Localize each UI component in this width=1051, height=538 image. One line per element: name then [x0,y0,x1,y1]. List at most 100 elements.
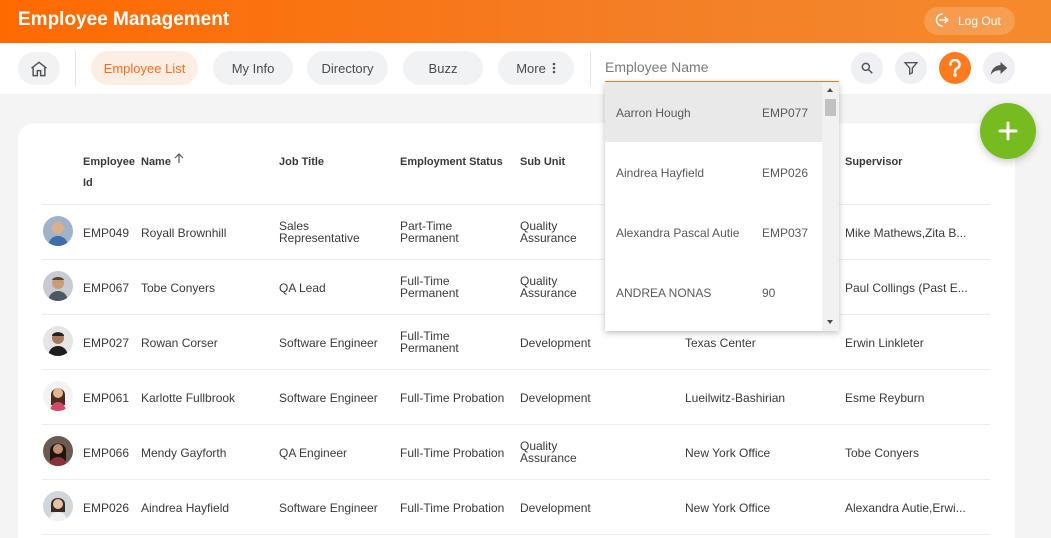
autocomplete-option[interactable]: Aindrea Hayfield EMP026 [605,142,822,202]
employee-id: EMP066 [83,446,130,460]
search-icon [861,62,873,74]
tab-buzz[interactable]: Buzz [403,51,483,85]
tab-label: Employee List [103,60,186,76]
logout-icon [932,11,950,32]
tab-label: More [516,60,546,76]
job-title: QA Engineer [279,446,348,460]
employee-id: EMP049 [83,226,130,240]
employment-status: Full-Time Permanent [400,330,459,354]
employment-status: Full-Time Probation [400,446,505,460]
option-name: ANDREA NONAS [616,286,712,300]
help-icon [949,59,961,77]
tab-label: My Info [231,60,275,76]
status-line: Permanent [400,341,459,355]
share-icon [990,62,1008,75]
row-divider [42,314,990,315]
header-employee-id[interactable]: Employee Id [83,152,135,194]
location: New York Office [685,446,771,460]
employee-id: EMP061 [83,391,130,405]
option-id: EMP026 [762,166,809,180]
employee-name[interactable]: Royall Brownhill [141,226,226,240]
supervisor: Alexandra Autie,Erwi... [845,501,966,515]
tab-employee-list[interactable]: Employee List [91,51,198,85]
sub-unit-line: Assurance [520,286,577,300]
supervisor: Paul Collings (Past E... [845,281,968,295]
job-title: Sales Representative [279,220,360,244]
status-line: Permanent [400,231,459,245]
app-header: Employee Management Log Out [0,0,1051,43]
employee-table-card [18,123,1015,538]
employee-name-input[interactable] [605,53,839,81]
scroll-down-arrow-icon[interactable] [827,320,833,324]
header-name[interactable]: Name [141,152,184,173]
nav-divider [75,51,76,86]
supervisor: Mike Mathews,Zita B... [845,226,967,240]
header-sub-unit[interactable]: Sub Unit [520,152,565,173]
avatar [43,326,73,356]
avatar [43,491,73,521]
tab-more[interactable]: More [498,51,574,85]
employee-id: EMP027 [83,336,130,350]
sub-unit: Quality Assurance [520,275,577,299]
dropdown-scrollbar[interactable] [822,82,839,331]
location: New York Office [685,501,771,515]
header-employment-status[interactable]: Employment Status [400,152,503,173]
supervisor: Erwin Linkleter [845,336,924,350]
tab-label: Buzz [428,60,458,76]
avatar [43,381,73,411]
option-id: EMP037 [762,226,809,240]
job-title-line: Representative [279,231,360,245]
job-title: Software Engineer [279,336,378,350]
sub-unit: Quality Assurance [520,440,577,464]
avatar [43,436,73,466]
header-employee-id-line1: Employee [83,156,135,168]
row-divider [42,369,990,370]
app-title: Employee Management [18,9,230,30]
header-job-title[interactable]: Job Title [279,152,324,173]
employee-id: EMP067 [83,281,130,295]
more-dots-icon [552,62,556,74]
employee-name[interactable]: Tobe Conyers [141,281,215,295]
search-button[interactable] [851,52,883,84]
autocomplete-option[interactable]: Aarron Hough EMP077 [605,82,822,142]
option-name: Aarron Hough [616,106,691,120]
location: Texas Center [685,336,756,350]
employment-status: Full-Time Probation [400,391,505,405]
autocomplete-option[interactable]: ANDREA NONAS 90 [605,262,822,322]
help-button[interactable] [939,52,971,84]
supervisor: Tobe Conyers [845,446,920,460]
employee-autocomplete-dropdown: Aarron Hough EMP077 Aindrea Hayfield EMP… [605,82,839,331]
share-button[interactable] [983,52,1015,84]
employee-name[interactable]: Mendy Gayforth [141,446,226,460]
home-icon [31,60,47,76]
add-employee-button[interactable] [980,103,1036,159]
home-button[interactable] [18,52,60,85]
option-name: Alexandra Pascal Autie [616,226,740,240]
logout-button[interactable]: Log Out [924,7,1015,35]
sub-unit-line: Assurance [520,451,577,465]
employee-name[interactable]: Aindrea Hayfield [141,501,229,515]
employment-status: Part-Time Permanent [400,220,459,244]
filter-button[interactable] [895,52,927,84]
employment-status: Full-Time Probation [400,501,505,515]
employee-name[interactable]: Rowan Corser [141,336,218,350]
option-name: Aindrea Hayfield [616,166,705,180]
nav-bar: Employee List My Info Directory Buzz Mor… [0,43,1051,94]
autocomplete-option[interactable]: Alexandra Pascal Autie EMP037 [605,202,822,262]
option-id: 90 [762,286,776,300]
header-name-label: Name [141,156,171,168]
sub-unit: Development [520,391,591,405]
tab-my-info[interactable]: My Info [213,51,293,85]
avatar [43,216,73,246]
row-divider [42,424,990,425]
row-divider [42,259,990,260]
row-divider [42,204,990,205]
header-supervisor[interactable]: Supervisor [845,152,902,173]
scroll-up-arrow-icon[interactable] [827,88,833,92]
employee-search-wrapper [605,53,839,82]
option-id: EMP077 [762,106,809,120]
employee-name[interactable]: Karlotte Fullbrook [141,391,235,405]
scrollbar-thumb[interactable] [825,99,836,116]
row-divider [42,534,990,535]
tab-directory[interactable]: Directory [307,51,388,85]
